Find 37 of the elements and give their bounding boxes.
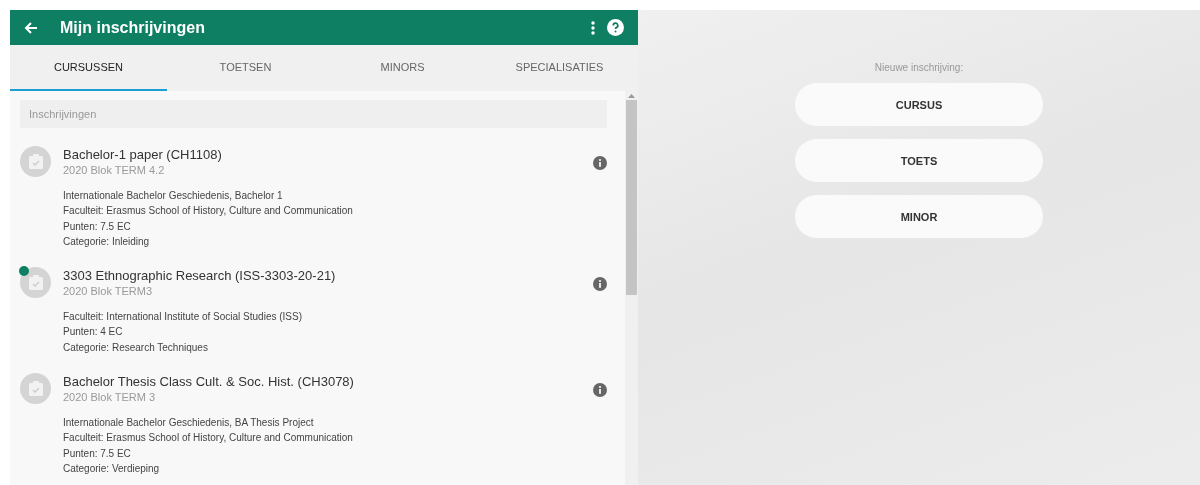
course-period: 2020 Blok TERM 4.2 xyxy=(63,164,166,176)
course-period: 2020 Blok TERM 3 xyxy=(63,391,157,404)
new-enrollment-label: Nieuwe inschrijving: xyxy=(874,62,964,73)
course-period: 2020 Blok TERM3 xyxy=(63,285,154,298)
info-icon[interactable] xyxy=(593,156,607,170)
clipboard-check-icon xyxy=(28,275,43,291)
course-title: 3303 Ethnographic Research (ISS-3303-20-21) xyxy=(63,268,337,284)
course-detail: Punten: 7.5 EC xyxy=(63,219,132,234)
tab[interactable]: SPECIALISATIES xyxy=(481,45,638,91)
new-enrollment-button[interactable]: MINOR xyxy=(795,195,1043,238)
back-arrow-icon[interactable] xyxy=(24,20,38,35)
course-detail: Internationale Bachelor Geschiedenis, BA Thesis Project xyxy=(63,416,315,431)
tab[interactable]: MINORS xyxy=(324,45,481,91)
course-detail: Faculteit: International Institute of Social Studies (ISS) xyxy=(63,310,303,325)
new-enrollment-button[interactable]: TOETS xyxy=(795,139,1043,182)
course-title: Bachelor-1 paper (CH1108) xyxy=(63,147,223,162)
more-options-icon[interactable] xyxy=(591,20,595,35)
course-title: Bachelor Thesis Class Cult. & Soc. Hist. (CH3078) xyxy=(63,374,355,390)
course-detail: Punten: 7.5 EC xyxy=(63,446,132,461)
help-icon[interactable] xyxy=(607,19,624,36)
course-detail: Faculteit: Erasmus School of History, Culture and Communication xyxy=(63,204,354,219)
info-icon[interactable] xyxy=(593,383,607,398)
page-title: Mijn inschrijvingen xyxy=(60,18,206,37)
section-header: Inschrijvingen xyxy=(20,100,607,128)
course-detail: Categorie: Inleiding xyxy=(63,234,151,249)
course-detail: Categorie: Verdieping xyxy=(63,461,161,476)
tab[interactable]: TOETSEN xyxy=(167,45,324,91)
course-detail: Categorie: Research Techniques xyxy=(63,340,209,355)
clipboard-check-icon xyxy=(28,381,43,397)
clipboard-check-icon xyxy=(28,154,43,169)
course-detail: Punten: 4 EC xyxy=(63,325,124,340)
course-detail: Faculteit: Erasmus School of History, Culture and Communication xyxy=(63,431,354,446)
course-detail: Internationale Bachelor Geschiedenis, Bachelor 1 xyxy=(63,189,284,203)
scrollbar-thumb[interactable] xyxy=(626,100,637,295)
scroll-up-icon[interactable] xyxy=(628,94,635,98)
info-icon[interactable] xyxy=(593,277,607,292)
new-enrollment-button[interactable]: CURSUS xyxy=(795,83,1043,126)
